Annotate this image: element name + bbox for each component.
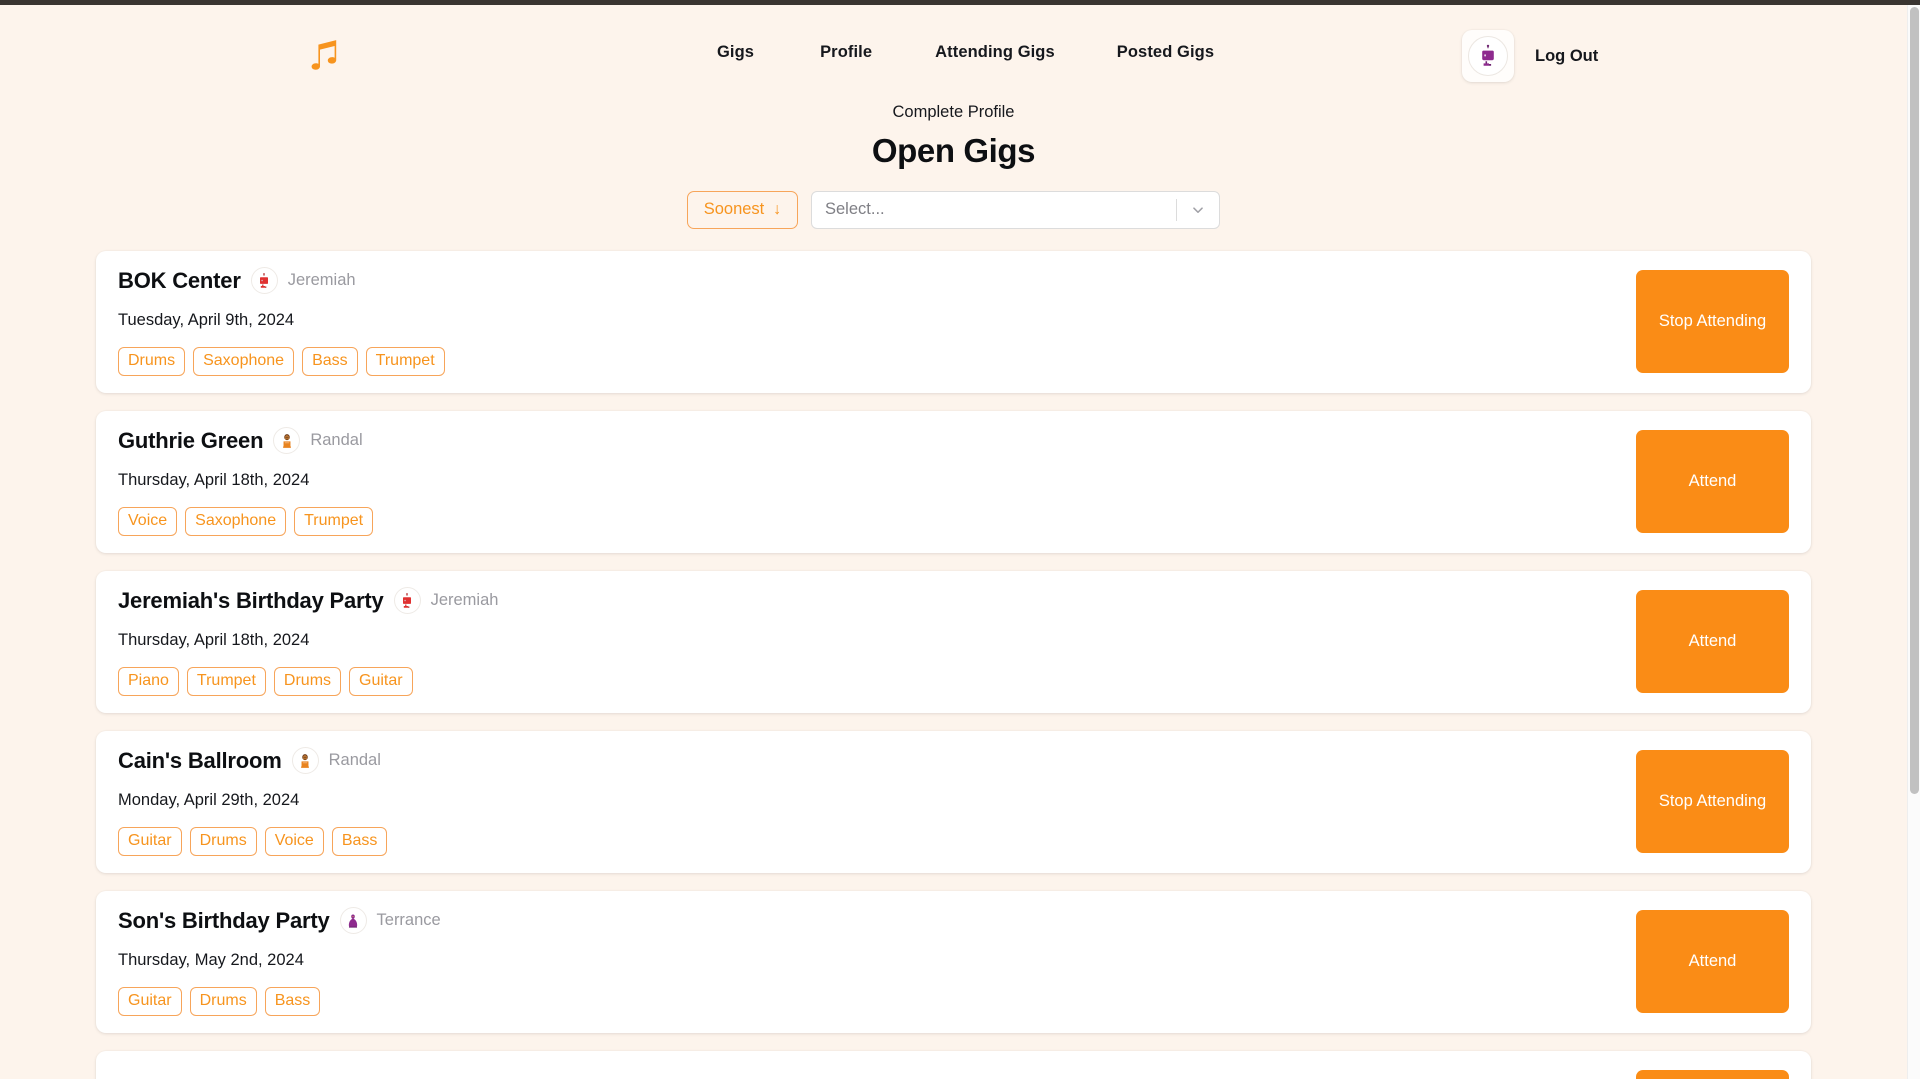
instrument-tag[interactable]: Guitar xyxy=(349,667,413,697)
avatar-jeremiah-red-icon xyxy=(393,587,421,615)
instrument-tag[interactable]: Drums xyxy=(189,827,257,857)
gig-card[interactable]: Guthrie Green Randal Thursday, April 18t… xyxy=(96,410,1811,553)
gig-poster-name: Randal xyxy=(310,431,363,450)
gig-card[interactable]: BOK Center Jeremiah Tuesday, April 9th, … xyxy=(96,250,1811,393)
instrument-tag[interactable]: Guitar xyxy=(118,827,182,857)
music-note-icon[interactable] xyxy=(302,31,346,75)
nav-link-gigs[interactable]: Gigs xyxy=(717,43,754,62)
instrument-select[interactable]: Select... xyxy=(811,190,1220,229)
gig-title-row: Son's Birthday Party Terrance xyxy=(118,907,1636,935)
sort-button[interactable]: Soonest ↓ xyxy=(687,190,798,229)
gig-date: Tuesday, April 9th, 2024 xyxy=(118,311,295,330)
gig-card[interactable]: Work Party Terrance Attend xyxy=(96,1050,1811,1079)
instrument-tag[interactable]: Piano xyxy=(118,667,179,697)
gig-title-row: Jeremiah's Birthday Party Jeremiah xyxy=(118,587,1636,615)
gig-poster-name: Terrance xyxy=(376,911,441,930)
gig-title: Guthrie Green xyxy=(118,427,264,453)
filter-controls: Soonest ↓ Select... xyxy=(0,190,1907,229)
gig-list: BOK Center Jeremiah Tuesday, April 9th, … xyxy=(0,250,1907,1079)
instrument-tag[interactable]: Saxophone xyxy=(185,507,287,537)
page-title: Open Gigs xyxy=(871,132,1036,170)
gig-info: Guthrie Green Randal Thursday, April 18t… xyxy=(118,427,1636,537)
site-header: Gigs Profile Attending Gigs Posted Gigs xyxy=(0,5,1907,100)
instrument-tag[interactable]: Voice xyxy=(118,507,178,537)
gig-instrument-tags: Voice Saxophone Trumpet xyxy=(118,507,1636,537)
gig-date: Monday, April 29th, 2024 xyxy=(118,791,300,810)
vertical-scrollbar[interactable] xyxy=(1907,5,1920,1079)
nav-link-posted-gigs[interactable]: Posted Gigs xyxy=(1117,43,1214,62)
avatar-randal-orange-icon xyxy=(273,427,301,455)
attend-button[interactable]: Attend xyxy=(1636,910,1789,1014)
instrument-select-placeholder: Select... xyxy=(825,200,885,219)
instrument-tag[interactable]: Drums xyxy=(273,667,342,697)
gig-title: BOK Center xyxy=(118,267,241,293)
instrument-tag[interactable]: Trumpet xyxy=(186,667,266,697)
gig-instrument-tags: Guitar Drums Bass xyxy=(118,987,1636,1017)
user-avatar-button[interactable] xyxy=(1462,30,1514,82)
scrollbar-thumb[interactable] xyxy=(1910,7,1919,794)
instrument-tag[interactable]: Trumpet xyxy=(294,507,374,537)
chevron-down-icon[interactable] xyxy=(1177,201,1219,219)
instrument-tag[interactable]: Trumpet xyxy=(365,347,445,377)
gig-info: Cain's Ballroom Randal Monday, April 29t… xyxy=(118,747,1636,857)
instrument-tag[interactable]: Saxophone xyxy=(193,347,295,377)
sort-button-label: Soonest xyxy=(703,200,765,219)
gig-title-row: BOK Center Jeremiah xyxy=(118,267,1636,295)
gig-info: Jeremiah's Birthday Party Jeremiah Thurs… xyxy=(118,587,1636,697)
gig-date: Thursday, April 18th, 2024 xyxy=(118,631,310,650)
instrument-tag[interactable]: Bass xyxy=(264,987,321,1017)
gig-date: Thursday, April 18th, 2024 xyxy=(118,471,310,490)
gig-card[interactable]: Son's Birthday Party Terrance Thursday, … xyxy=(96,890,1811,1033)
instrument-tag[interactable]: Drums xyxy=(189,987,257,1017)
gig-poster-name: Jeremiah xyxy=(430,591,499,610)
avatar-terrance-purple-icon xyxy=(339,907,367,935)
logout-button[interactable]: Log Out xyxy=(1535,47,1598,66)
gig-card[interactable]: Cain's Ballroom Randal Monday, April 29t… xyxy=(96,730,1811,873)
complete-profile-label[interactable]: Complete Profile xyxy=(0,101,1907,123)
gig-poster-name: Jeremiah xyxy=(287,271,356,290)
user-area: Log Out xyxy=(1462,30,1598,82)
gig-info: Son's Birthday Party Terrance Thursday, … xyxy=(118,907,1636,1017)
nav-link-attending-gigs[interactable]: Attending Gigs xyxy=(935,43,1055,62)
page-viewport: Gigs Profile Attending Gigs Posted Gigs xyxy=(0,5,1907,1079)
gig-title: Son's Birthday Party xyxy=(118,907,330,933)
arrow-down-icon: ↓ xyxy=(773,200,782,218)
gig-poster-name: Randal xyxy=(328,751,381,770)
gig-title-row: Guthrie Green Randal xyxy=(118,427,1636,455)
browser-chrome-edge xyxy=(0,0,1920,5)
gig-title: Jeremiah's Birthday Party xyxy=(118,587,384,613)
instrument-tag[interactable]: Voice xyxy=(264,827,324,857)
gig-date: Thursday, May 2nd, 2024 xyxy=(118,951,304,970)
attend-button[interactable]: Attend xyxy=(1636,590,1789,694)
main-navigation: Gigs Profile Attending Gigs Posted Gigs xyxy=(717,43,1214,62)
instrument-tag[interactable]: Bass xyxy=(302,347,358,377)
stop-attending-button[interactable]: Stop Attending xyxy=(1636,270,1789,374)
instrument-tag[interactable]: Guitar xyxy=(118,987,182,1017)
gig-card[interactable]: Jeremiah's Birthday Party Jeremiah Thurs… xyxy=(96,570,1811,713)
nav-link-profile[interactable]: Profile xyxy=(820,43,872,62)
avatar-jeremiah-red-icon xyxy=(250,267,278,295)
avatar-randal-orange-icon xyxy=(291,747,319,775)
gig-title-row: Cain's Ballroom Randal xyxy=(118,747,1636,775)
gig-title: Cain's Ballroom xyxy=(118,747,282,773)
instrument-tag[interactable]: Bass xyxy=(331,827,388,857)
gig-info: BOK Center Jeremiah Tuesday, April 9th, … xyxy=(118,267,1636,377)
attend-button[interactable]: Attend xyxy=(1636,430,1789,534)
gig-instrument-tags: Piano Trumpet Drums Guitar xyxy=(118,667,1636,697)
attend-button[interactable]: Attend xyxy=(1636,1070,1789,1079)
stop-attending-button[interactable]: Stop Attending xyxy=(1636,750,1789,854)
page-title-block: Complete Profile Open Gigs xyxy=(0,101,1907,171)
gig-instrument-tags: Drums Saxophone Bass Trumpet xyxy=(118,347,1636,377)
instrument-tag[interactable]: Drums xyxy=(118,347,186,377)
avatar xyxy=(1468,36,1508,76)
gig-instrument-tags: Guitar Drums Voice Bass xyxy=(118,827,1636,857)
